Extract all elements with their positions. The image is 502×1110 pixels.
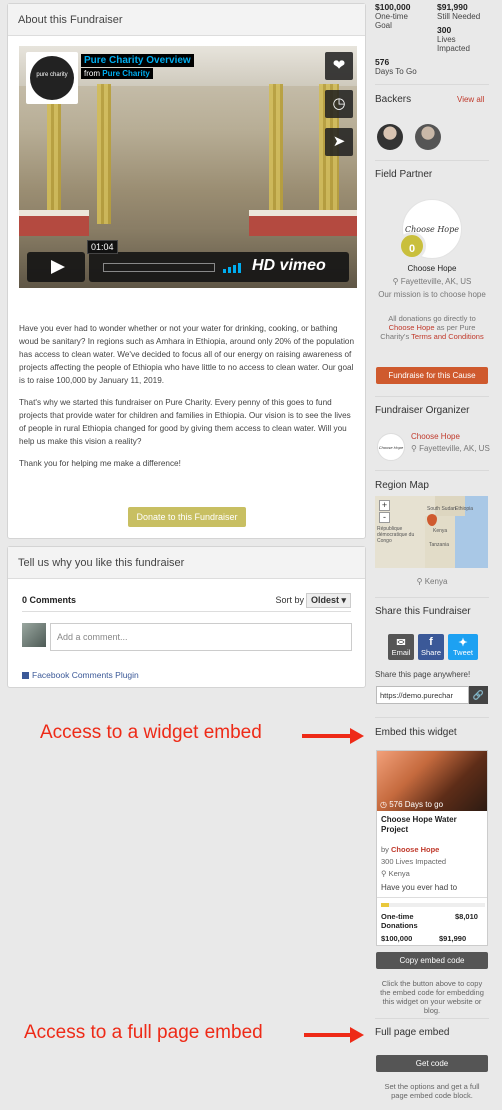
widget-location: ⚲ Kenya [381, 869, 410, 878]
about-description: Have you ever had to wonder whether or n… [19, 322, 357, 479]
stat-days: 576 Days To Go [375, 57, 417, 77]
widget-goal-value: $100,000 [381, 934, 413, 943]
envelope-icon: ✉ [396, 637, 406, 649]
backer-avatar[interactable] [415, 124, 441, 150]
stat-needed: $91,990 Still Needed 300 Lives Impacted [437, 2, 481, 54]
facebook-share-button[interactable]: f Share [418, 634, 444, 660]
widget-note: Click the button above to copy the embed… [380, 979, 484, 1015]
arrow-right-icon [304, 1027, 364, 1043]
terms-link[interactable]: Terms and Conditions [411, 332, 484, 341]
annotation-widget: Access to a widget embed [40, 722, 262, 743]
arrow-right-icon [302, 728, 364, 744]
widget-project-title: Choose Hope Water Project [381, 815, 457, 834]
video-player[interactable]: pure charity Pure Charity Overview from … [19, 46, 357, 288]
video-from[interactable]: from Pure Charity [81, 68, 153, 79]
video-progress[interactable] [103, 263, 215, 272]
map-location: ⚲ Kenya [416, 577, 448, 586]
video-time: 01:04 [87, 240, 118, 254]
embed-widget-title: Embed this widget [375, 727, 457, 738]
video-controls: 01:04 HD vimeo [27, 240, 349, 282]
region-map[interactable]: South Sudan Ethiopia Kenya Tanzania Répu… [375, 496, 488, 568]
partner-mission: Our mission is to choose hope [378, 290, 486, 299]
clock-icon[interactable]: ◷ [325, 90, 353, 118]
widget-lives: 300 Lives Impacted [381, 857, 447, 866]
share-note: Share this page anywhere! [375, 670, 471, 679]
get-code-button[interactable]: Get code [376, 1055, 488, 1072]
twitter-icon: ✦ [458, 637, 468, 649]
stat-goal: $100,000 One-time Goal [375, 2, 411, 31]
partner-location: ⚲ Fayetteville, AK, US [392, 277, 472, 286]
backer-avatar[interactable] [377, 124, 403, 150]
sort-control: Sort by Oldest ▾ [273, 593, 351, 608]
backers-title: Backers [375, 94, 412, 105]
about-header: About this Fundraiser [8, 4, 365, 36]
widget-days: ◷ 576 Days to go [380, 800, 444, 809]
field-partner-title: Field Partner [375, 169, 433, 180]
facebook-comments-plugin-link[interactable]: Facebook Comments Plugin [22, 670, 139, 680]
twitter-share-button[interactable]: ✦ Tweet [448, 634, 478, 660]
donate-button[interactable]: Donate to this Fundraiser [128, 507, 246, 527]
annotation-full-page: Access to a full page embed [24, 1022, 263, 1043]
pure-charity-logo: pure charity [26, 52, 78, 104]
sort-dropdown[interactable]: Oldest ▾ [305, 593, 351, 608]
link-icon[interactable]: 🔗 [469, 686, 488, 704]
organizer-location: ⚲ Fayetteville, AK, US [411, 444, 490, 453]
widget-progress-bar [381, 903, 485, 907]
about-paragraph: That's why we started this fundraiser on… [19, 398, 351, 446]
about-paragraph: Have you ever had to wonder whether or n… [19, 324, 354, 385]
facebook-icon [22, 672, 29, 679]
comments-panel: Tell us why you like this fundraiser 0 C… [7, 546, 366, 688]
share-title: Share this Fundraiser [375, 606, 471, 617]
email-share-button[interactable]: ✉ Email [388, 634, 414, 660]
partner-link[interactable]: Choose Hope [389, 323, 435, 332]
widget-donations-value: $8,010 [455, 912, 478, 921]
zoom-in-button[interactable]: + [379, 500, 390, 511]
avatar [22, 623, 46, 647]
facebook-icon: f [429, 636, 433, 648]
vimeo-logo[interactable]: HD vimeo [252, 257, 326, 275]
region-map-title: Region Map [375, 480, 429, 491]
fundraise-for-cause-button[interactable]: Fundraise for this Cause [376, 367, 488, 384]
view-all-link[interactable]: View all [457, 95, 484, 104]
comments-header: Tell us why you like this fundraiser [8, 547, 365, 579]
partner-donation-note: All donations go directly to Choose Hope… [380, 314, 484, 341]
share-url-input[interactable]: https://demo.purechar [376, 686, 469, 704]
video-title[interactable]: Pure Charity Overview [81, 54, 194, 67]
full-page-embed-title: Full page embed [375, 1027, 450, 1038]
widget-by: by Choose Hope [381, 845, 440, 854]
organizer-name[interactable]: Choose Hope [411, 432, 460, 441]
zoom-out-button[interactable]: - [379, 512, 390, 523]
organizer-title: Fundraiser Organizer [375, 405, 470, 416]
partner-badge: 0 [398, 232, 426, 260]
volume-icon[interactable] [223, 261, 245, 273]
widget-needed-value: $91,990 [439, 934, 467, 943]
widget-donations-label: One-time Donations [381, 912, 418, 930]
send-icon[interactable]: ➤ [325, 128, 353, 156]
organizer-logo[interactable]: Choose Hope [377, 433, 405, 461]
heart-icon[interactable]: ❤ [325, 52, 353, 80]
comment-count: 0 Comments [22, 595, 77, 605]
play-button[interactable] [27, 252, 85, 282]
comment-input[interactable]: Add a comment... [50, 623, 352, 651]
embed-widget-preview[interactable]: ◷ 576 Days to go Choose Hope Water Proje… [376, 750, 488, 946]
partner-name[interactable]: Choose Hope [375, 264, 489, 273]
full-page-note: Set the options and get a full page embe… [384, 1082, 480, 1100]
about-paragraph: Thank you for helping me make a differen… [19, 459, 181, 468]
widget-desc: Have you ever had to [381, 883, 458, 892]
about-panel: About this Fundraiser pure charity Pure … [7, 3, 366, 539]
copy-embed-code-button[interactable]: Copy embed code [376, 952, 488, 969]
